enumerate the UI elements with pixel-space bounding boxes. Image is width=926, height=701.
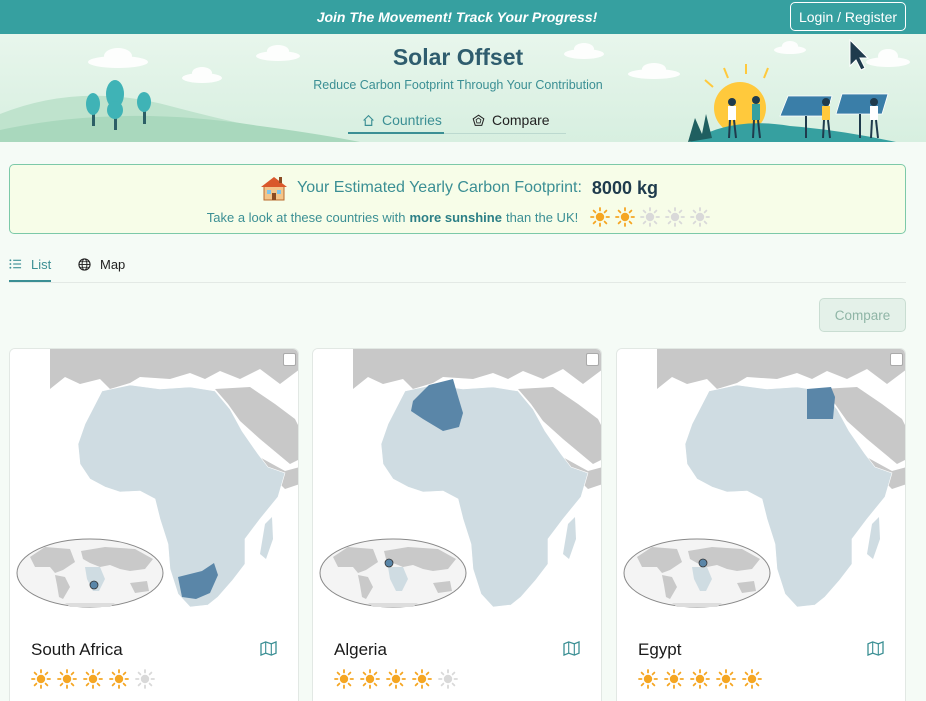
select-checkbox[interactable] <box>283 353 296 366</box>
announcement-bar: Join The Movement! Track Your Progress! … <box>0 0 926 34</box>
tab-list[interactable]: List <box>9 254 51 274</box>
sun-icon-active <box>360 669 380 689</box>
country-map <box>10 349 298 609</box>
country-card[interactable]: Egypt <box>616 348 906 701</box>
sun-icon-active <box>716 669 736 689</box>
sun-icon-active <box>615 207 635 227</box>
sun-icon-inactive <box>690 207 710 227</box>
sun-icon-inactive <box>665 207 685 227</box>
sun-icon-active <box>664 669 684 689</box>
footprint-label: Your Estimated Yearly Carbon Footprint: <box>297 179 582 196</box>
country-card[interactable]: Algeria <box>312 348 602 701</box>
footprint-hint-start: Take a look at these countries with <box>206 209 406 225</box>
map-book-icon[interactable] <box>867 641 884 656</box>
select-checkbox[interactable] <box>586 353 599 366</box>
sun-icon-active <box>386 669 406 689</box>
page-title: Solar Offset <box>392 44 524 70</box>
uk-sunshine-rating <box>590 207 710 227</box>
country-name: Egypt <box>638 640 682 659</box>
announcement-text: Join The Movement! Track Your Progress! <box>316 9 598 25</box>
compare-button[interactable]: Compare <box>819 298 906 332</box>
view-tabs: List Map <box>9 248 906 283</box>
footprint-hint-end: than the UK! <box>505 209 579 225</box>
sun-icon-active <box>31 669 51 689</box>
country-map <box>313 349 601 609</box>
tab-compare-label: Compare <box>492 112 550 128</box>
sun-icon-active <box>83 669 103 689</box>
country-name: South Africa <box>31 640 123 659</box>
list-icon <box>9 259 22 269</box>
view-tab-active-indicator <box>9 280 51 282</box>
pentagon-icon <box>472 114 485 126</box>
login-register-button[interactable]: Login / Register <box>790 2 906 31</box>
sun-icon-active <box>109 669 129 689</box>
sun-icon-active <box>590 207 610 227</box>
tab-list-label: List <box>31 256 52 272</box>
sun-icon-active <box>57 669 77 689</box>
country-name: Algeria <box>334 640 387 659</box>
house-icon <box>261 177 288 201</box>
map-book-icon[interactable] <box>563 641 580 656</box>
select-checkbox[interactable] <box>890 353 903 366</box>
sun-icon-active <box>690 669 710 689</box>
sun-icon-active <box>412 669 432 689</box>
map-book-icon[interactable] <box>260 641 277 656</box>
sun-icon-inactive <box>438 669 458 689</box>
globe-icon <box>78 257 91 271</box>
sun-icon-inactive <box>135 669 155 689</box>
tab-map[interactable]: Map <box>78 254 125 274</box>
sun-icon-active <box>742 669 762 689</box>
footprint-hint-emphasis: more sunshine <box>409 209 502 225</box>
sun-icon-active <box>638 669 658 689</box>
tab-map-label: Map <box>100 256 126 272</box>
sun-icon-active <box>334 669 354 689</box>
country-card[interactable]: South Africa <box>9 348 299 701</box>
tab-countries-label: Countries <box>382 112 442 128</box>
footprint-value: 8000 kg <box>591 177 658 198</box>
hero-banner: Solar Offset Reduce Carbon Footprint Thr… <box>0 34 926 142</box>
page-subtitle: Reduce Carbon Footprint Through Your Con… <box>313 78 603 92</box>
sunshine-rating <box>31 669 155 689</box>
sunshine-rating <box>334 669 458 689</box>
tab-countries[interactable]: Countries <box>362 106 442 134</box>
country-map <box>617 349 905 609</box>
home-icon <box>363 114 374 126</box>
nav-active-indicator <box>348 132 444 134</box>
tab-compare[interactable]: Compare <box>472 106 550 134</box>
carbon-footprint-panel: Your Estimated Yearly Carbon Footprint: … <box>9 164 906 234</box>
sun-icon-inactive <box>640 207 660 227</box>
sunshine-rating <box>638 669 762 689</box>
